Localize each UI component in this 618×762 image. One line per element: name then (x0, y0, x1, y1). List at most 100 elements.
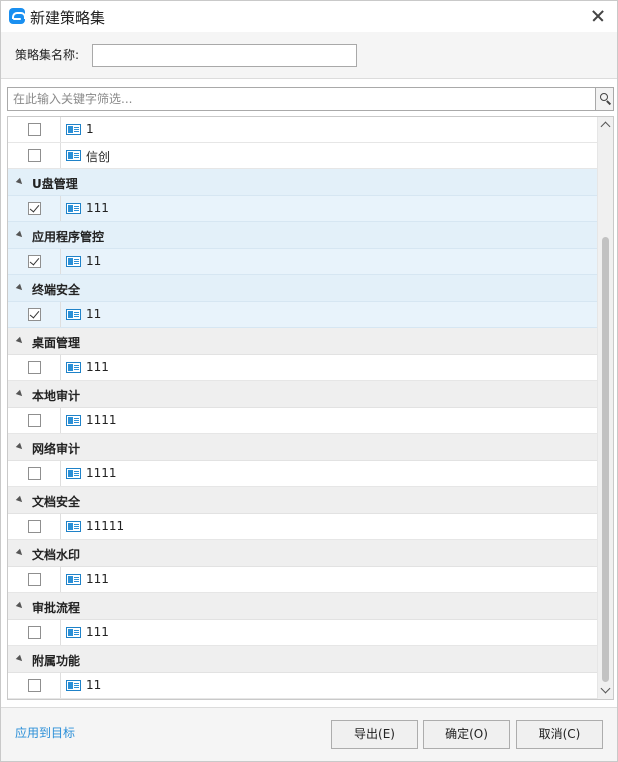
checkbox-cell (8, 567, 61, 592)
close-icon[interactable] (587, 5, 609, 27)
policy-icon (66, 415, 81, 426)
group-label: 附属功能 (32, 654, 81, 668)
policy-row[interactable]: 信创 (8, 143, 597, 169)
collapse-arrow-icon[interactable] (15, 283, 25, 293)
collapse-arrow-icon[interactable] (15, 230, 25, 240)
policy-checkbox[interactable] (28, 123, 41, 136)
name-row: 策略集名称: (1, 32, 617, 79)
checkbox-cell (8, 302, 61, 327)
collapse-arrow-icon[interactable] (15, 336, 25, 346)
policy-row[interactable]: 111 (8, 567, 597, 593)
policy-icon-part (74, 365, 79, 366)
policy-icon-part (68, 258, 73, 265)
new-policy-set-dialog: 新建策略集 策略集名称: 1 信创 U盘管理 111 应用程序管控 11 终端安全 11 桌面管… (0, 0, 618, 762)
policy-icon-part (68, 364, 73, 371)
group-header[interactable]: 文档安全 (8, 487, 597, 514)
policy-icon-part (68, 682, 73, 689)
policy-checkbox[interactable] (28, 202, 41, 215)
group-header[interactable]: 应用程序管控 (8, 222, 597, 249)
export-button[interactable]: 导出(E) (331, 720, 418, 749)
policy-icon (66, 362, 81, 373)
policy-checkbox[interactable] (28, 520, 41, 533)
policy-row[interactable]: 11 (8, 249, 597, 275)
group-label: 终端安全 (32, 283, 81, 297)
policy-checkbox[interactable] (28, 361, 41, 374)
group-header[interactable]: 桌面管理 (8, 328, 597, 355)
policy-icon-part (68, 417, 73, 424)
collapse-arrow-icon[interactable] (15, 548, 25, 558)
policy-set-name-label: 策略集名称: (15, 48, 80, 62)
group-header[interactable]: 文档水印 (8, 540, 597, 567)
policy-row[interactable]: 11111 (8, 514, 597, 540)
policy-row[interactable]: 11 (8, 673, 597, 699)
collapse-arrow-icon[interactable] (15, 177, 25, 187)
filter-input[interactable] (8, 88, 596, 110)
policy-icon (66, 468, 81, 479)
group-label: 桌面管理 (32, 336, 81, 350)
ok-button[interactable]: 确定(O) (423, 720, 510, 749)
cancel-button[interactable]: 取消(C) (516, 720, 603, 749)
dialog-title: 新建策略集 (30, 9, 106, 27)
policy-row[interactable]: 11 (8, 302, 597, 328)
policy-checkbox[interactable] (28, 414, 41, 427)
group-label: 文档安全 (32, 495, 81, 509)
policy-row[interactable]: 111 (8, 355, 597, 381)
checkbox-cell (8, 249, 61, 274)
scroll-down-icon[interactable] (600, 683, 611, 694)
policy-checkbox[interactable] (28, 467, 41, 480)
policy-checkbox[interactable] (28, 149, 41, 162)
policy-label: 11 (86, 254, 102, 268)
group-header[interactable]: U盘管理 (8, 169, 597, 196)
policy-icon-part (68, 205, 73, 212)
collapse-arrow-icon[interactable] (15, 495, 25, 505)
policy-label: 1 (86, 122, 94, 136)
policy-checkbox[interactable] (28, 626, 41, 639)
apply-to-target-link[interactable]: 应用到目标 (15, 724, 75, 741)
collapse-arrow-icon[interactable] (15, 389, 25, 399)
policy-icon-part (74, 153, 79, 154)
group-label: 文档水印 (32, 548, 81, 562)
policy-row[interactable]: 111 (8, 196, 597, 222)
policy-icon-part (74, 630, 79, 631)
group-label: 应用程序管控 (32, 230, 105, 244)
policy-checkbox[interactable] (28, 573, 41, 586)
group-header[interactable]: 审批流程 (8, 593, 597, 620)
policy-label: 111 (86, 572, 109, 586)
policy-icon (66, 627, 81, 638)
policy-label: 信创 (86, 150, 111, 164)
policy-icon-part (68, 311, 73, 318)
vertical-scrollbar[interactable] (597, 117, 613, 699)
policy-icon-part (74, 127, 79, 128)
policy-row[interactable]: 1111 (8, 408, 597, 434)
search-button[interactable] (595, 88, 613, 110)
collapse-arrow-icon[interactable] (15, 654, 25, 664)
scroll-up-icon[interactable] (600, 121, 611, 132)
footer: 应用到目标 导出(E) 确定(O) 取消(C) (1, 707, 617, 761)
collapse-arrow-icon[interactable] (15, 442, 25, 452)
policy-row[interactable]: 1111 (8, 461, 597, 487)
collapse-arrow-icon[interactable] (15, 601, 25, 611)
group-header[interactable]: 本地审计 (8, 381, 597, 408)
policy-checkbox[interactable] (28, 255, 41, 268)
policy-label: 111 (86, 625, 109, 639)
policy-icon (66, 680, 81, 691)
scroll-thumb[interactable] (602, 237, 609, 682)
group-header[interactable]: 附属功能 (8, 646, 597, 673)
policy-row[interactable]: 111 (8, 620, 597, 646)
policy-set-name-input[interactable] (92, 44, 357, 67)
policy-checkbox[interactable] (28, 679, 41, 692)
policy-icon (66, 574, 81, 585)
policy-icon-part (74, 206, 79, 207)
checkbox-cell (8, 408, 61, 433)
policy-label: 111 (86, 201, 109, 215)
policy-icon (66, 256, 81, 267)
policy-checkbox[interactable] (28, 308, 41, 321)
policy-label: 1111 (86, 466, 117, 480)
policy-label: 1111 (86, 413, 117, 427)
group-header[interactable]: 终端安全 (8, 275, 597, 302)
group-header[interactable]: 网络审计 (8, 434, 597, 461)
checkbox-cell (8, 673, 61, 698)
checkbox-cell (8, 196, 61, 221)
policy-row[interactable]: 1 (8, 117, 597, 143)
checkbox-cell (8, 117, 61, 142)
